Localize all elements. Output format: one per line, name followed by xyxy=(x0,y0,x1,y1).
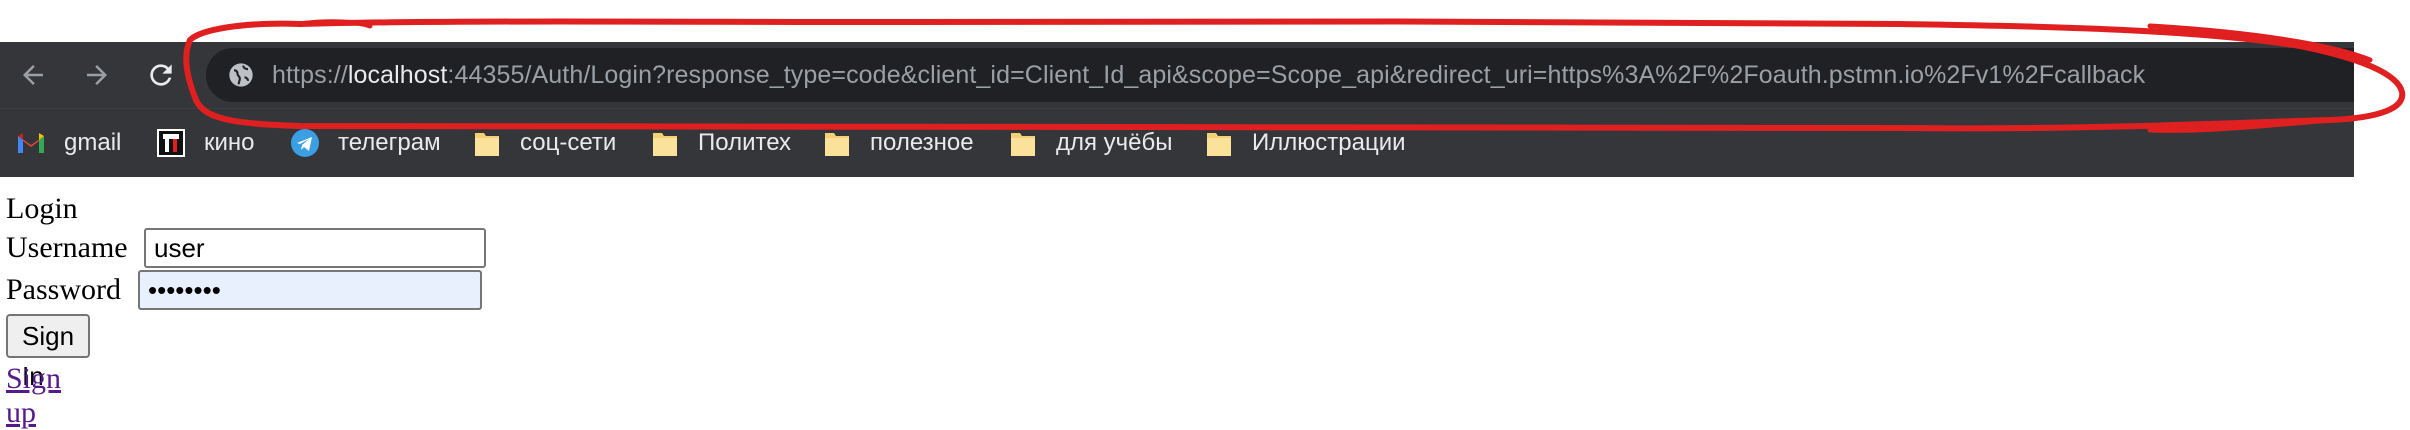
bookmark-label: соц-сети xyxy=(520,129,617,156)
url-host: localhost xyxy=(347,61,448,89)
url-text[interactable]: https://localhost:44355/Auth/Login?respo… xyxy=(272,48,2145,102)
address-bar[interactable]: https://localhost:44355/Auth/Login?respo… xyxy=(206,48,2354,102)
browser-toolbar: https://localhost:44355/Auth/Login?respo… xyxy=(0,42,2354,108)
kino-site-icon xyxy=(156,128,186,158)
password-field[interactable]: •••••••• xyxy=(138,270,482,310)
password-label: Password xyxy=(6,273,122,306)
bookmark-telegram[interactable]: телеграм xyxy=(290,109,441,177)
bookmark-folder-study[interactable]: для учёбы xyxy=(1008,109,1173,177)
bookmark-gmail[interactable]: gmail xyxy=(16,109,121,177)
page-title: Login xyxy=(6,192,78,225)
url-path: :44355/Auth/Login?response_type=code&cli… xyxy=(447,61,2146,89)
folder-icon xyxy=(1204,128,1234,158)
forward-arrow-icon[interactable] xyxy=(72,50,122,100)
url-scheme: https:// xyxy=(272,61,348,89)
gmail-icon xyxy=(16,128,46,158)
folder-icon xyxy=(1008,128,1038,158)
bookmark-label: телеграм xyxy=(338,129,441,156)
sign-up-link[interactable]: Sign up xyxy=(6,362,61,430)
telegram-icon xyxy=(290,128,320,158)
reload-icon[interactable] xyxy=(136,50,186,100)
bookmark-label: Иллюстрации xyxy=(1252,129,1406,156)
bookmark-kino[interactable]: кино xyxy=(156,109,255,177)
bookmarks-bar: gmail кино телеграм соц-сети Политех пол… xyxy=(0,108,2354,177)
bookmark-folder-useful[interactable]: полезное xyxy=(822,109,974,177)
site-info-icon[interactable] xyxy=(226,60,256,90)
back-arrow-icon[interactable] xyxy=(8,50,58,100)
folder-icon xyxy=(472,128,502,158)
bookmark-label: для учёбы xyxy=(1056,129,1173,156)
folder-icon xyxy=(650,128,680,158)
folder-icon xyxy=(822,128,852,158)
username-field[interactable]: user xyxy=(144,228,486,268)
bookmark-label: полезное xyxy=(870,129,974,156)
bookmark-folder-illustrations[interactable]: Иллюстрации xyxy=(1204,109,1406,177)
username-label: Username xyxy=(6,231,128,264)
sign-in-button[interactable]: Sign In xyxy=(6,314,91,391)
bookmark-label: gmail xyxy=(64,129,122,156)
bookmark-label: Политех xyxy=(698,129,792,156)
bookmark-folder-polytech[interactable]: Политех xyxy=(650,109,791,177)
bookmark-folder-socnets[interactable]: соц-сети xyxy=(472,109,616,177)
bookmark-label: кино xyxy=(204,129,255,156)
